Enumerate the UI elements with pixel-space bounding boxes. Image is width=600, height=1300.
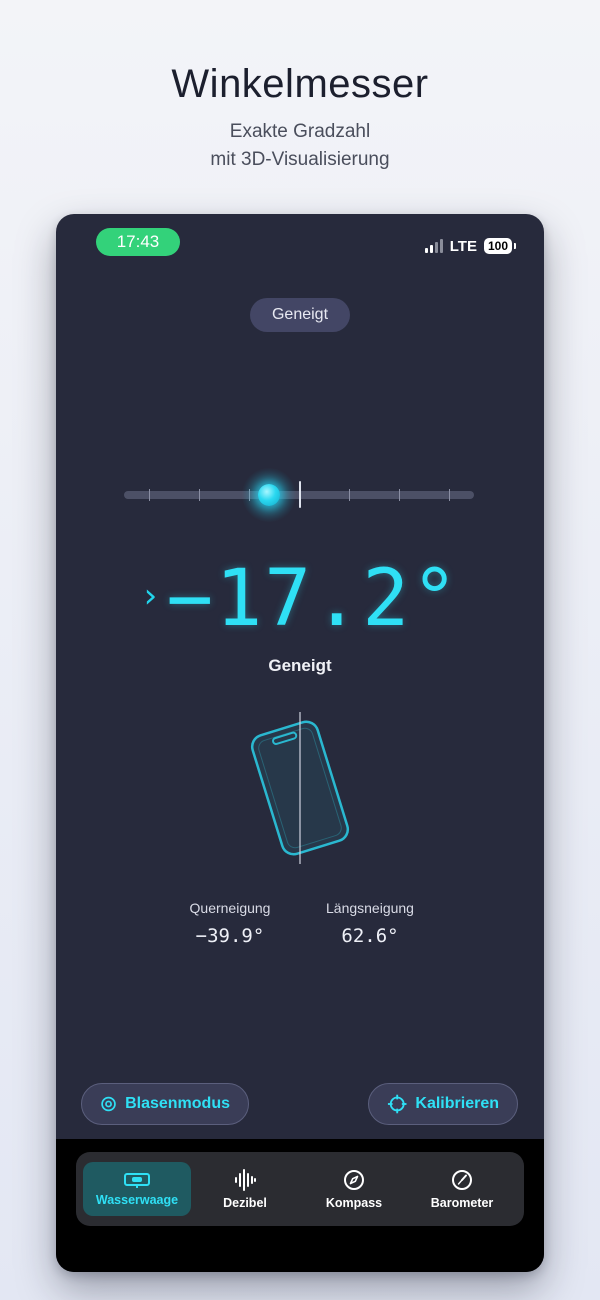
- promo-subtitle-line1: Exakte Gradzahl: [229, 121, 371, 142]
- promo-subtitle-line2: mit 3D-Visualisierung: [210, 149, 390, 170]
- level-tick: [399, 489, 400, 501]
- level-tick: [349, 489, 350, 501]
- phone-screen: 17:43 LTE 100 Geneigt › −17.2° Geneigt Q…: [56, 214, 544, 1272]
- long-tilt-label: Längsneigung: [326, 900, 414, 916]
- tab-kompass[interactable]: Kompass: [304, 1162, 404, 1216]
- level-bubble: [257, 484, 280, 506]
- network-type: LTE: [449, 237, 477, 255]
- spirit-level-icon: [124, 1172, 150, 1188]
- tab-barometer[interactable]: Barometer: [412, 1162, 512, 1216]
- gauge-icon: [452, 1169, 472, 1190]
- calibrate-label: Kalibrieren: [415, 1095, 499, 1112]
- chevron-right-icon: ›: [139, 576, 161, 616]
- level-center-marker: [299, 481, 301, 508]
- level-tick: [449, 489, 450, 501]
- tab-dezibel[interactable]: Dezibel: [194, 1162, 296, 1216]
- tab-label: Wasserwaage: [95, 1192, 179, 1207]
- target-circle-icon: [101, 1096, 116, 1112]
- long-tilt-value: 62.6°: [341, 925, 399, 947]
- sound-wave-icon: [235, 1168, 256, 1191]
- signal-strength-icon: [424, 239, 443, 253]
- status-indicators: LTE 100: [424, 236, 517, 256]
- long-tilt: Längsneigung 62.6°: [320, 900, 420, 947]
- tab-bar: Wasserwaage Dezibel Kompass Barometer: [76, 1152, 524, 1226]
- angle-readout: › −17.2°: [56, 554, 544, 644]
- angle-value: −17.2°: [166, 554, 461, 644]
- cross-tilt: Querneigung −39.9°: [180, 900, 280, 947]
- angle-state: Geneigt: [268, 656, 332, 675]
- cross-tilt-label: Querneigung: [189, 900, 271, 916]
- bottom-area: Wasserwaage Dezibel Kompass Barometer: [56, 1139, 544, 1272]
- tab-label: Dezibel: [223, 1195, 267, 1210]
- bubble-mode-label: Blasenmodus: [125, 1095, 230, 1112]
- promo-subtitle: Exakte Gradzahl mit 3D-Visualisierung: [0, 118, 600, 174]
- crosshair-icon: [387, 1094, 407, 1114]
- tilt-values: Querneigung −39.9° Längsneigung 62.6°: [56, 900, 544, 947]
- calibrate-button[interactable]: Kalibrieren: [368, 1083, 518, 1125]
- status-time: 17:43: [96, 228, 180, 256]
- tab-label: Kompass: [325, 1195, 383, 1210]
- mode-chip[interactable]: Geneigt: [250, 298, 350, 332]
- cross-tilt-value: −39.9°: [195, 925, 265, 947]
- phone-tilt-visualization: [250, 712, 350, 864]
- tab-label: Barometer: [430, 1195, 494, 1210]
- level-tick: [149, 489, 150, 501]
- promo-title: Winkelmesser: [171, 62, 429, 106]
- bubble-mode-button[interactable]: Blasenmodus: [81, 1083, 249, 1125]
- battery-icon: 100: [483, 238, 517, 254]
- compass-icon: [344, 1169, 364, 1190]
- tab-wasserwaage[interactable]: Wasserwaage: [83, 1162, 191, 1216]
- level-tick: [199, 489, 200, 501]
